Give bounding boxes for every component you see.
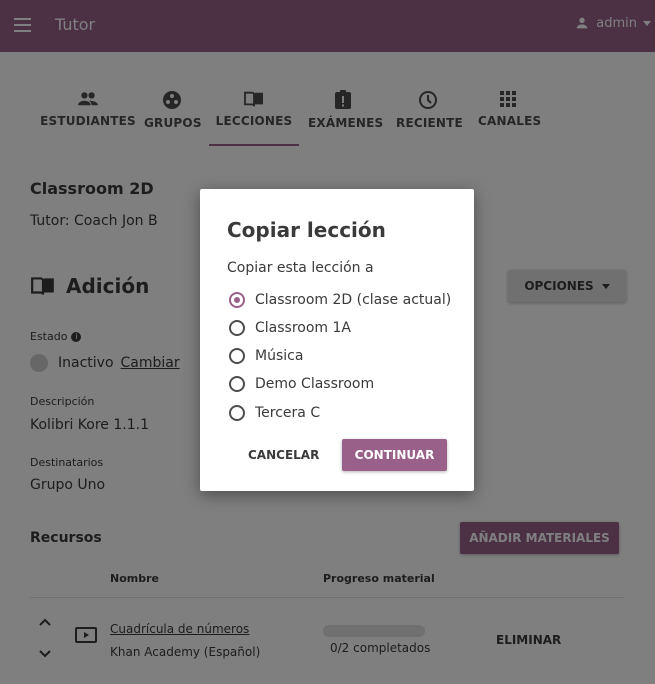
radio-button[interactable] xyxy=(229,320,245,336)
radio-button[interactable] xyxy=(229,292,245,308)
radio-button[interactable] xyxy=(229,376,245,392)
dialog-title: Copiar lección xyxy=(227,218,386,242)
radio-option-demo-classroom[interactable]: Demo Classroom xyxy=(229,376,374,392)
radio-button[interactable] xyxy=(229,405,245,421)
radio-button[interactable] xyxy=(229,348,245,364)
radio-option-tercera-c[interactable]: Tercera C xyxy=(229,405,320,421)
cancel-button[interactable]: CANCELAR xyxy=(248,448,319,462)
continue-button[interactable]: CONTINUAR xyxy=(342,439,447,471)
dialog-subtitle: Copiar esta lección a xyxy=(227,260,374,276)
copy-lesson-dialog: Copiar lección Copiar esta lección a Cla… xyxy=(200,189,474,491)
radio-option-classroom-1a[interactable]: Classroom 1A xyxy=(229,320,351,336)
radio-option-classroom-2d[interactable]: Classroom 2D (clase actual) xyxy=(229,292,451,308)
radio-option-musica[interactable]: Música xyxy=(229,348,303,364)
